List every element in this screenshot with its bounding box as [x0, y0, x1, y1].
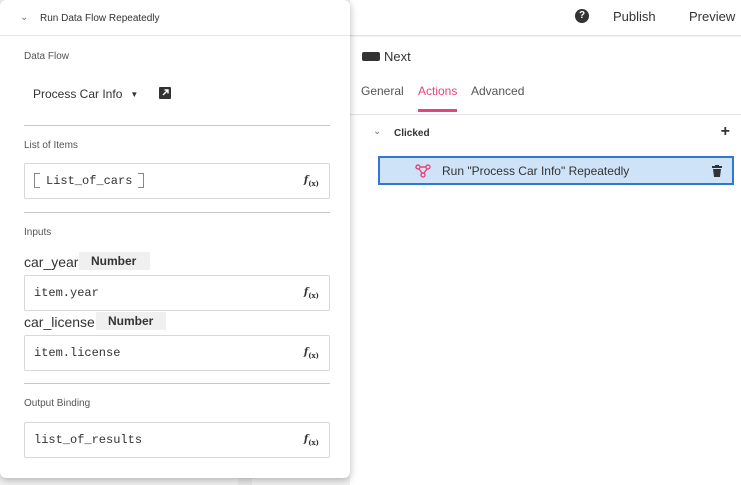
tab-advanced[interactable]: Advanced — [471, 84, 524, 114]
preview-button[interactable]: Preview — [689, 9, 735, 24]
popover-header: ⌄ Run Data Flow Repeatedly — [0, 0, 350, 36]
list-of-items-field[interactable]: List_of_cars f(x) — [24, 163, 330, 199]
bracket-left-icon — [34, 173, 40, 188]
action-item[interactable]: Run "Process Car Info" Repeatedly — [378, 156, 734, 185]
event-clicked[interactable]: ⌄ Clicked + — [370, 123, 732, 142]
formula-icon[interactable]: f(x) — [304, 175, 319, 188]
trash-icon[interactable] — [712, 165, 722, 177]
car-year-value: item.year — [34, 286, 99, 300]
data-flow-value: Process Car Info — [33, 87, 123, 101]
component-name: Next — [384, 48, 411, 64]
chevron-down-icon[interactable]: ⌄ — [20, 12, 28, 23]
tab-general[interactable]: General — [361, 84, 404, 114]
action-config-popover: ⌄ Run Data Flow Repeatedly Data Flow Pro… — [0, 0, 350, 478]
divider — [24, 125, 330, 126]
open-data-flow-icon[interactable] — [159, 87, 171, 99]
formula-icon[interactable]: f(x) — [304, 287, 319, 300]
data-flow-icon — [415, 164, 431, 178]
selected-component: Next — [362, 47, 411, 65]
bracket-right-icon — [138, 173, 145, 188]
divider — [24, 212, 330, 213]
publish-button[interactable]: Publish — [613, 9, 656, 24]
event-label: Clicked — [394, 128, 430, 139]
chevron-down-icon[interactable]: ⌄ — [373, 126, 381, 137]
input-name-car-license: car_license — [24, 314, 95, 330]
help-icon[interactable]: ? — [575, 9, 589, 23]
output-binding-label: Output Binding — [24, 398, 91, 409]
car-license-value: item.license — [34, 346, 121, 360]
tab-actions[interactable]: Actions — [418, 84, 458, 114]
popover-title: Run Data Flow Repeatedly — [40, 13, 160, 24]
list-of-items-label: List of Items — [24, 140, 78, 151]
car-license-field[interactable]: item.license f(x) — [24, 335, 330, 371]
type-badge: Number — [96, 312, 166, 330]
list-binding-chip: List_of_cars — [34, 173, 145, 188]
action-label: Run "Process Car Info" Repeatedly — [442, 164, 630, 178]
formula-icon[interactable]: f(x) — [304, 434, 319, 447]
output-binding-field[interactable]: list_of_results f(x) — [24, 422, 330, 458]
add-action-button[interactable]: + — [721, 123, 730, 141]
top-bar — [350, 0, 741, 36]
type-badge: Number — [79, 252, 150, 270]
formula-icon[interactable]: f(x) — [304, 347, 319, 360]
inspector-tabs: General Actions Advanced — [350, 84, 741, 115]
inputs-label: Inputs — [24, 227, 52, 238]
button-component-icon — [362, 51, 380, 61]
data-flow-label: Data Flow — [24, 51, 70, 62]
divider — [24, 383, 330, 384]
data-flow-dropdown[interactable]: Process Car Info ▼ — [33, 87, 138, 101]
car-year-field[interactable]: item.year f(x) — [24, 275, 330, 311]
list-binding-value: List_of_cars — [46, 173, 133, 188]
caret-down-icon: ▼ — [130, 89, 139, 99]
input-name-car-year: car_year — [24, 254, 79, 270]
output-binding-value: list_of_results — [34, 433, 143, 447]
